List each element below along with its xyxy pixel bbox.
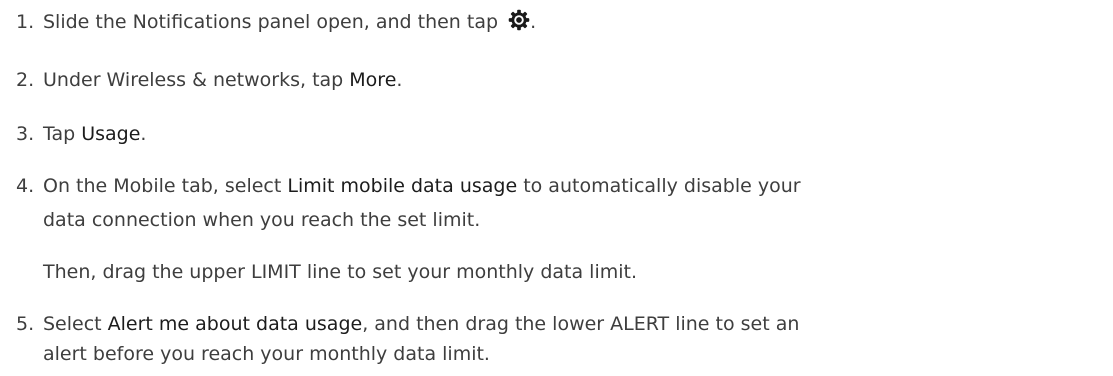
- step-text-before: Under Wireless & networks, tap: [43, 69, 350, 91]
- ui-term-more: More: [349, 69, 397, 91]
- step-text: Slide the Notifications panel open, and …: [43, 6, 536, 38]
- step-note: Then, drag the upper LIMIT line to set y…: [43, 261, 638, 283]
- instruction-steps: 1. Slide the Notifications panel open, a…: [0, 0, 1113, 376]
- step-text-after: .: [140, 123, 147, 145]
- step-text-after: , and then drag the lower ALERT line to …: [362, 313, 800, 335]
- step-text-continued: data connection when you reach the set l…: [43, 209, 481, 231]
- step-text: Under Wireless & networks, tap More.: [43, 64, 402, 96]
- step-text-before: Tap: [43, 123, 82, 145]
- step-text-after: .: [396, 69, 403, 91]
- ui-term-usage: Usage: [81, 123, 141, 145]
- step-text-after: .: [530, 11, 537, 33]
- step-number: 3.: [16, 123, 35, 145]
- step-text: Tap Usage.: [43, 118, 146, 150]
- ui-term-limit-mobile-data-usage: Limit mobile data usage: [287, 175, 518, 197]
- step-text-before: Slide the Notifications panel open, and …: [43, 11, 505, 33]
- step-text-after: to automatically disable your: [517, 175, 801, 197]
- step-number: 5.: [16, 313, 35, 335]
- step-text-continued: alert before you reach your monthly data…: [43, 343, 490, 365]
- ui-term-alert-me-about-data-usage: Alert me about data usage: [107, 313, 363, 335]
- step-number: 2.: [16, 69, 35, 91]
- step-number: 4.: [16, 175, 35, 197]
- step-text: On the Mobile tab, select Limit mobile d…: [43, 170, 801, 202]
- step-number: 1.: [16, 11, 35, 33]
- step-text: Select Alert me about data usage, and th…: [43, 308, 799, 340]
- step-text-before: Select: [43, 313, 108, 335]
- step-text-before: On the Mobile tab, select: [43, 175, 288, 197]
- settings-gear-icon: [508, 9, 530, 31]
